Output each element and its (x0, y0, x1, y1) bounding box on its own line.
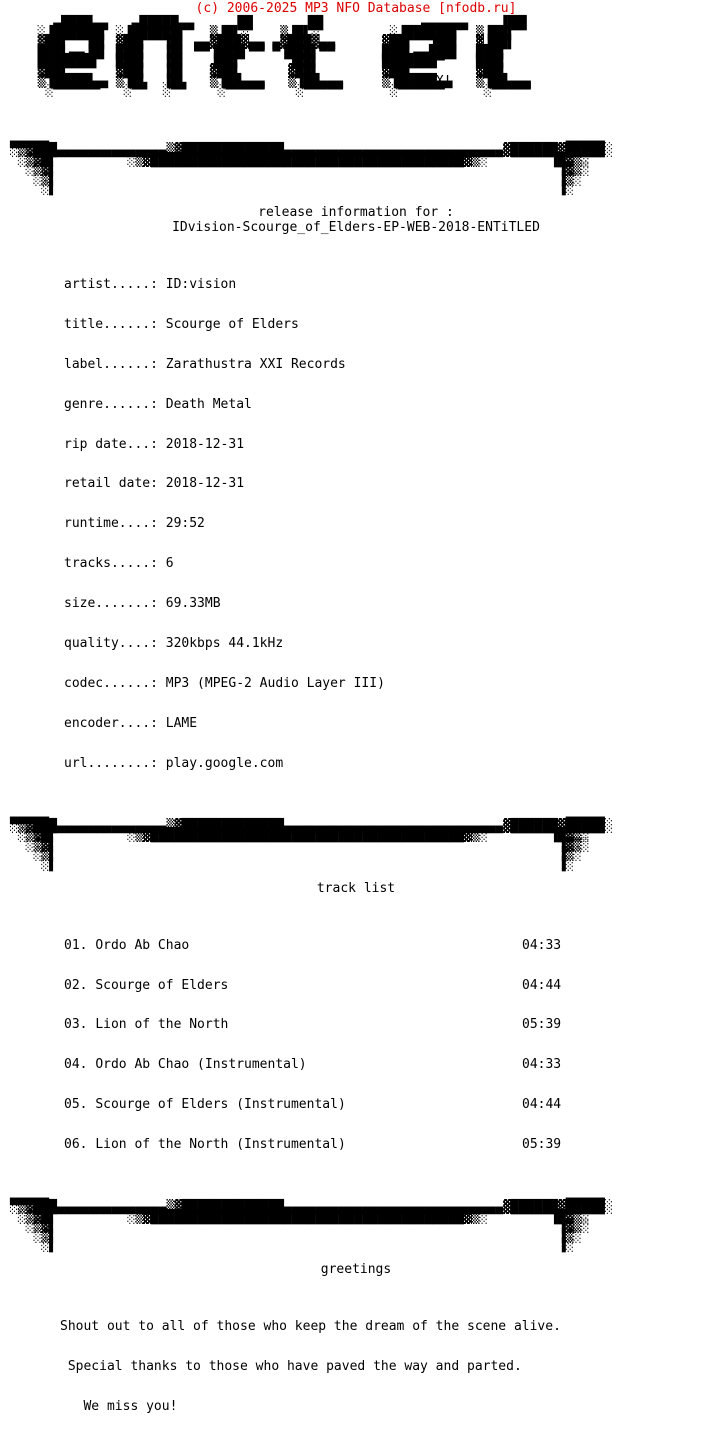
divider-release-info: ▄▄▄▄▄ ▄▄▄▄▄ ░▒▓███▄▄▄▄▄▄▄▄▄▄▄▄▄▄▒▓██████… (10, 134, 613, 197)
artist-signature: hX! (428, 74, 452, 89)
track-duration: 04:33 (522, 937, 562, 953)
info-label: retail date: (64, 476, 158, 492)
info-row: quality....: 320kbps 44.1kHz (64, 637, 712, 650)
info-label: rip date...: (64, 436, 158, 452)
info-value: Zarathustra XXI Records (165, 356, 346, 372)
group-logo-ascii-art: ▄████▄▄ ▄█████▄▄ ▐█▌ ▐█▌ ▄▄▄▄▄▄ ▐██▌ ░▐█… (37, 16, 531, 99)
info-row: encoder....: LAME (64, 717, 712, 730)
info-label: label......: (64, 356, 158, 372)
info-value: 320kbps 44.1kHz (165, 636, 284, 652)
table-row: 03. Lion of the North 05:39 (64, 1017, 588, 1033)
info-value: 2018-12-31 (165, 436, 245, 452)
info-label: artist.....: (64, 277, 158, 293)
track-title: Lion of the North (Instrumental) (95, 1137, 346, 1153)
copyright-banner: (c) 2006-2025 MP3 NFO Database [nfodb.ru… (195, 1, 517, 16)
track-duration: 04:44 (522, 977, 562, 993)
track-title: Lion of the North (95, 1017, 229, 1033)
track-number: 01. (64, 937, 88, 953)
track-title: Ordo Ab Chao (95, 937, 190, 953)
info-row: title......: Scourge of Elders (64, 318, 712, 331)
track-duration: 04:33 (522, 1057, 562, 1073)
release-info-heading: release information for : (258, 205, 454, 221)
info-value: LAME (165, 715, 198, 731)
track-duration: 05:39 (522, 1017, 562, 1033)
nfo-page: (c) 2006-2025 MP3 NFO Database [nfodb.ru… (0, 0, 712, 1413)
track-number: 04. (64, 1057, 88, 1073)
info-label: genre......: (64, 396, 158, 412)
info-label: size.......: (64, 596, 158, 612)
info-value: MP3 (MPEG-2 Audio Layer III) (165, 675, 385, 691)
info-value: Scourge of Elders (165, 316, 299, 332)
info-row: label......: Zarathustra XXI Records (64, 358, 712, 371)
info-row: size.......: 69.33MB (64, 597, 712, 610)
table-row: 06. Lion of the North (Instrumental) 05:3… (64, 1137, 588, 1153)
track-list-body: 01. Ordo Ab Chao 04:33 02. Scourge of Eld… (0, 912, 712, 1178)
info-row: artist.....: ID:vision (64, 278, 712, 291)
greetings-line: We miss you! (60, 1398, 178, 1414)
info-label: tracks.....: (64, 556, 158, 572)
table-row: 05. Scourge of Elders (Instrumental) 04:4… (64, 1097, 588, 1113)
info-value: 69.33MB (165, 596, 221, 612)
info-value: ID:vision (165, 277, 237, 293)
track-duration: 05:39 (522, 1137, 562, 1153)
info-label: quality....: (64, 636, 158, 652)
info-label: url........: (64, 755, 158, 771)
track-number: 06. (64, 1137, 88, 1153)
divider-greetings: ▄▄▄▄▄ ▄▄▄▄▄ ░▒▓███▄▄▄▄▄▄▄▄▄▄▄▄▄▄▒▓██████… (10, 1190, 613, 1254)
greetings-heading: greetings (320, 1262, 392, 1278)
info-row: retail date: 2018-12-31 (64, 477, 712, 490)
info-value: 29:52 (165, 516, 205, 532)
info-value: play.google.com (165, 755, 284, 771)
track-title: Scourge of Elders (Instrumental) (95, 1097, 346, 1113)
info-row: tracks.....: 6 (64, 557, 712, 570)
release-info-fields: artist.....: ID:vision title......: Scou… (0, 251, 712, 796)
info-row: rip date...: 2018-12-31 (64, 436, 712, 452)
info-label: title......: (64, 316, 158, 332)
table-row: 01. Ordo Ab Chao 04:33 (64, 937, 588, 953)
track-list-heading: track list (316, 881, 396, 897)
track-number: 02. (64, 977, 88, 993)
info-row: genre......: Death Metal (64, 398, 712, 411)
release-dirname: IDvision-Scourge_of_Elders-EP-WEB-2018-E… (172, 220, 540, 236)
track-number: 05. (64, 1097, 88, 1113)
table-row: 02. Scourge of Elders 04:44 (64, 977, 588, 993)
track-title: Ordo Ab Chao (Instrumental) (95, 1057, 307, 1073)
greetings-line: Shout out to all of those who keep the d… (60, 1319, 561, 1335)
track-number: 03. (64, 1017, 88, 1033)
track-title: Scourge of Elders (95, 977, 229, 993)
info-value: Death Metal (165, 396, 252, 412)
info-value: 2018-12-31 (165, 476, 245, 492)
info-value: 6 (165, 556, 174, 572)
group-logo: ▄████▄▄ ▄█████▄▄ ▐█▌ ▐█▌ ▄▄▄▄▄▄ ▐██▌ ░▐█… (0, 16, 712, 137)
info-label: codec......: (64, 675, 158, 691)
info-row: codec......: MP3 (MPEG-2 Audio Layer III… (64, 677, 712, 690)
greetings-line: Special thanks to those who have paved t… (60, 1358, 522, 1374)
track-duration: 04:44 (522, 1097, 562, 1113)
divider-track-list: ▄▄▄▄▄ ▄▄▄▄▄ ░▒▓███▄▄▄▄▄▄▄▄▄▄▄▄▄▄▒▓██████… (10, 809, 613, 872)
info-row: runtime....: 29:52 (64, 517, 712, 530)
info-label: runtime....: (64, 516, 158, 532)
info-label: encoder....: (64, 715, 158, 731)
info-row: url........: play.google.com (64, 757, 712, 770)
table-row: 04. Ordo Ab Chao (Instrumental) 04:33 (64, 1057, 588, 1073)
greetings-body: Shout out to all of those who keep the d… (0, 1293, 712, 1439)
